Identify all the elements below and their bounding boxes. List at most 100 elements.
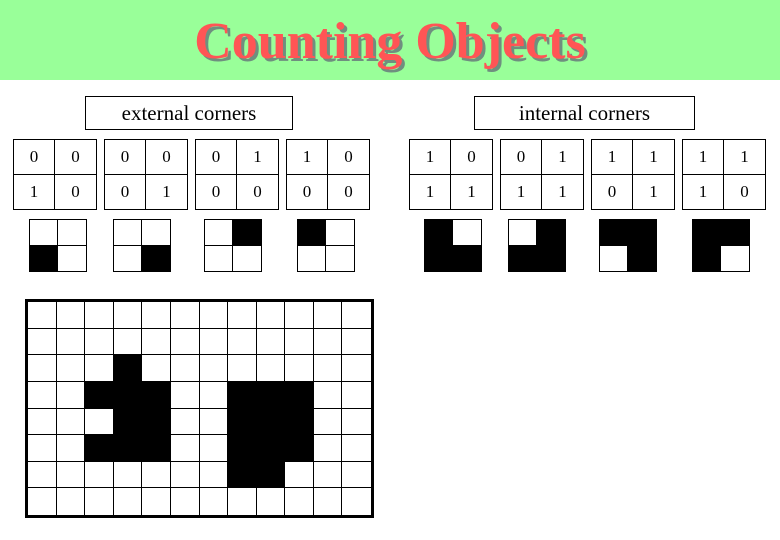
empty-pixel bbox=[199, 408, 229, 436]
filled-pixel bbox=[30, 245, 58, 271]
empty-pixel bbox=[170, 461, 200, 489]
internal-pixel-pattern bbox=[692, 219, 750, 272]
empty-pixel bbox=[342, 302, 371, 329]
empty-pixel bbox=[58, 220, 86, 246]
empty-pixel bbox=[326, 245, 354, 271]
empty-pixel bbox=[113, 302, 143, 329]
empty-pixel bbox=[313, 381, 343, 409]
filled-pixel bbox=[628, 245, 656, 271]
value-cell: 0 bbox=[196, 174, 237, 209]
internal-value-table: 1101 bbox=[591, 139, 675, 210]
empty-pixel bbox=[342, 488, 371, 515]
internal-value-table: 1011 bbox=[409, 139, 493, 210]
internal-value-table: 1110 bbox=[682, 139, 766, 210]
filled-pixel bbox=[628, 220, 656, 246]
empty-pixel bbox=[313, 328, 343, 356]
empty-pixel bbox=[28, 381, 57, 409]
empty-pixel bbox=[313, 461, 343, 489]
filled-pixel bbox=[233, 220, 261, 246]
empty-pixel bbox=[342, 355, 371, 382]
empty-pixel bbox=[113, 461, 143, 489]
filled-pixel bbox=[142, 245, 170, 271]
empty-pixel bbox=[142, 488, 171, 515]
filled-pixel bbox=[256, 408, 286, 436]
filled-pixel bbox=[537, 245, 565, 271]
empty-pixel bbox=[56, 302, 86, 329]
filled-pixel bbox=[285, 408, 314, 436]
external-pixel-pattern bbox=[297, 219, 355, 272]
empty-pixel bbox=[256, 355, 286, 382]
filled-pixel bbox=[693, 220, 721, 246]
filled-pixel bbox=[85, 381, 114, 409]
internal-corners-label: internal corners bbox=[474, 96, 695, 130]
filled-pixel bbox=[453, 245, 481, 271]
value-cell: 1 bbox=[410, 174, 451, 209]
value-cell: 0 bbox=[287, 174, 328, 209]
empty-pixel bbox=[721, 245, 749, 271]
empty-pixel bbox=[28, 328, 57, 356]
empty-pixel bbox=[256, 328, 286, 356]
value-cell: 1 bbox=[542, 140, 583, 175]
value-cell: 1 bbox=[14, 174, 55, 209]
value-cell: 1 bbox=[162, 181, 171, 201]
empty-pixel bbox=[28, 461, 57, 489]
value-cell: 1 bbox=[410, 140, 451, 175]
title-banner: Counting Objects bbox=[0, 0, 780, 80]
filled-pixel bbox=[228, 381, 257, 409]
value-cell: 0 bbox=[740, 181, 749, 201]
empty-pixel bbox=[205, 220, 233, 246]
filled-pixel bbox=[142, 435, 171, 462]
external-value-table: 0010 bbox=[13, 139, 97, 210]
empty-pixel bbox=[342, 461, 371, 489]
empty-pixel bbox=[285, 488, 314, 515]
external-pixel-pattern bbox=[29, 219, 87, 272]
value-cell: 0 bbox=[328, 140, 369, 175]
empty-pixel bbox=[228, 328, 257, 356]
empty-pixel bbox=[170, 302, 200, 329]
value-cell: 1 bbox=[649, 181, 658, 201]
empty-pixel bbox=[56, 488, 86, 515]
empty-pixel bbox=[85, 355, 114, 382]
empty-pixel bbox=[113, 488, 143, 515]
filled-pixel bbox=[600, 220, 628, 246]
filled-pixel bbox=[113, 408, 143, 436]
empty-pixel bbox=[342, 408, 371, 436]
binary-image-grid bbox=[25, 299, 374, 518]
value-cell: 0 bbox=[14, 140, 55, 175]
empty-pixel bbox=[313, 488, 343, 515]
empty-pixel bbox=[170, 381, 200, 409]
empty-pixel bbox=[285, 302, 314, 329]
filled-pixel bbox=[425, 245, 453, 271]
empty-pixel bbox=[228, 488, 257, 515]
external-corners-label: external corners bbox=[85, 96, 293, 130]
empty-pixel bbox=[28, 355, 57, 382]
empty-pixel bbox=[233, 245, 261, 271]
empty-pixel bbox=[58, 245, 86, 271]
empty-pixel bbox=[285, 461, 314, 489]
empty-pixel bbox=[228, 302, 257, 329]
filled-pixel bbox=[113, 355, 143, 382]
empty-pixel bbox=[56, 328, 86, 356]
external-value-table: 0100 bbox=[195, 139, 279, 210]
empty-pixel bbox=[342, 381, 371, 409]
filled-pixel bbox=[285, 435, 314, 462]
empty-pixel bbox=[313, 435, 343, 462]
filled-pixel bbox=[142, 408, 171, 436]
empty-pixel bbox=[85, 488, 114, 515]
empty-pixel bbox=[199, 461, 229, 489]
value-cell: 1 bbox=[633, 140, 674, 175]
filled-pixel bbox=[285, 381, 314, 409]
empty-pixel bbox=[199, 381, 229, 409]
empty-pixel bbox=[600, 245, 628, 271]
empty-pixel bbox=[114, 245, 142, 271]
empty-pixel bbox=[342, 328, 371, 356]
external-value-table: 0001 bbox=[104, 139, 188, 210]
empty-pixel bbox=[453, 220, 481, 246]
empty-pixel bbox=[170, 488, 200, 515]
empty-pixel bbox=[228, 355, 257, 382]
value-cell: 0 bbox=[196, 140, 237, 175]
value-cell: 1 bbox=[501, 174, 542, 209]
empty-pixel bbox=[30, 220, 58, 246]
value-cell: 1 bbox=[592, 140, 633, 175]
filled-pixel bbox=[85, 435, 114, 462]
